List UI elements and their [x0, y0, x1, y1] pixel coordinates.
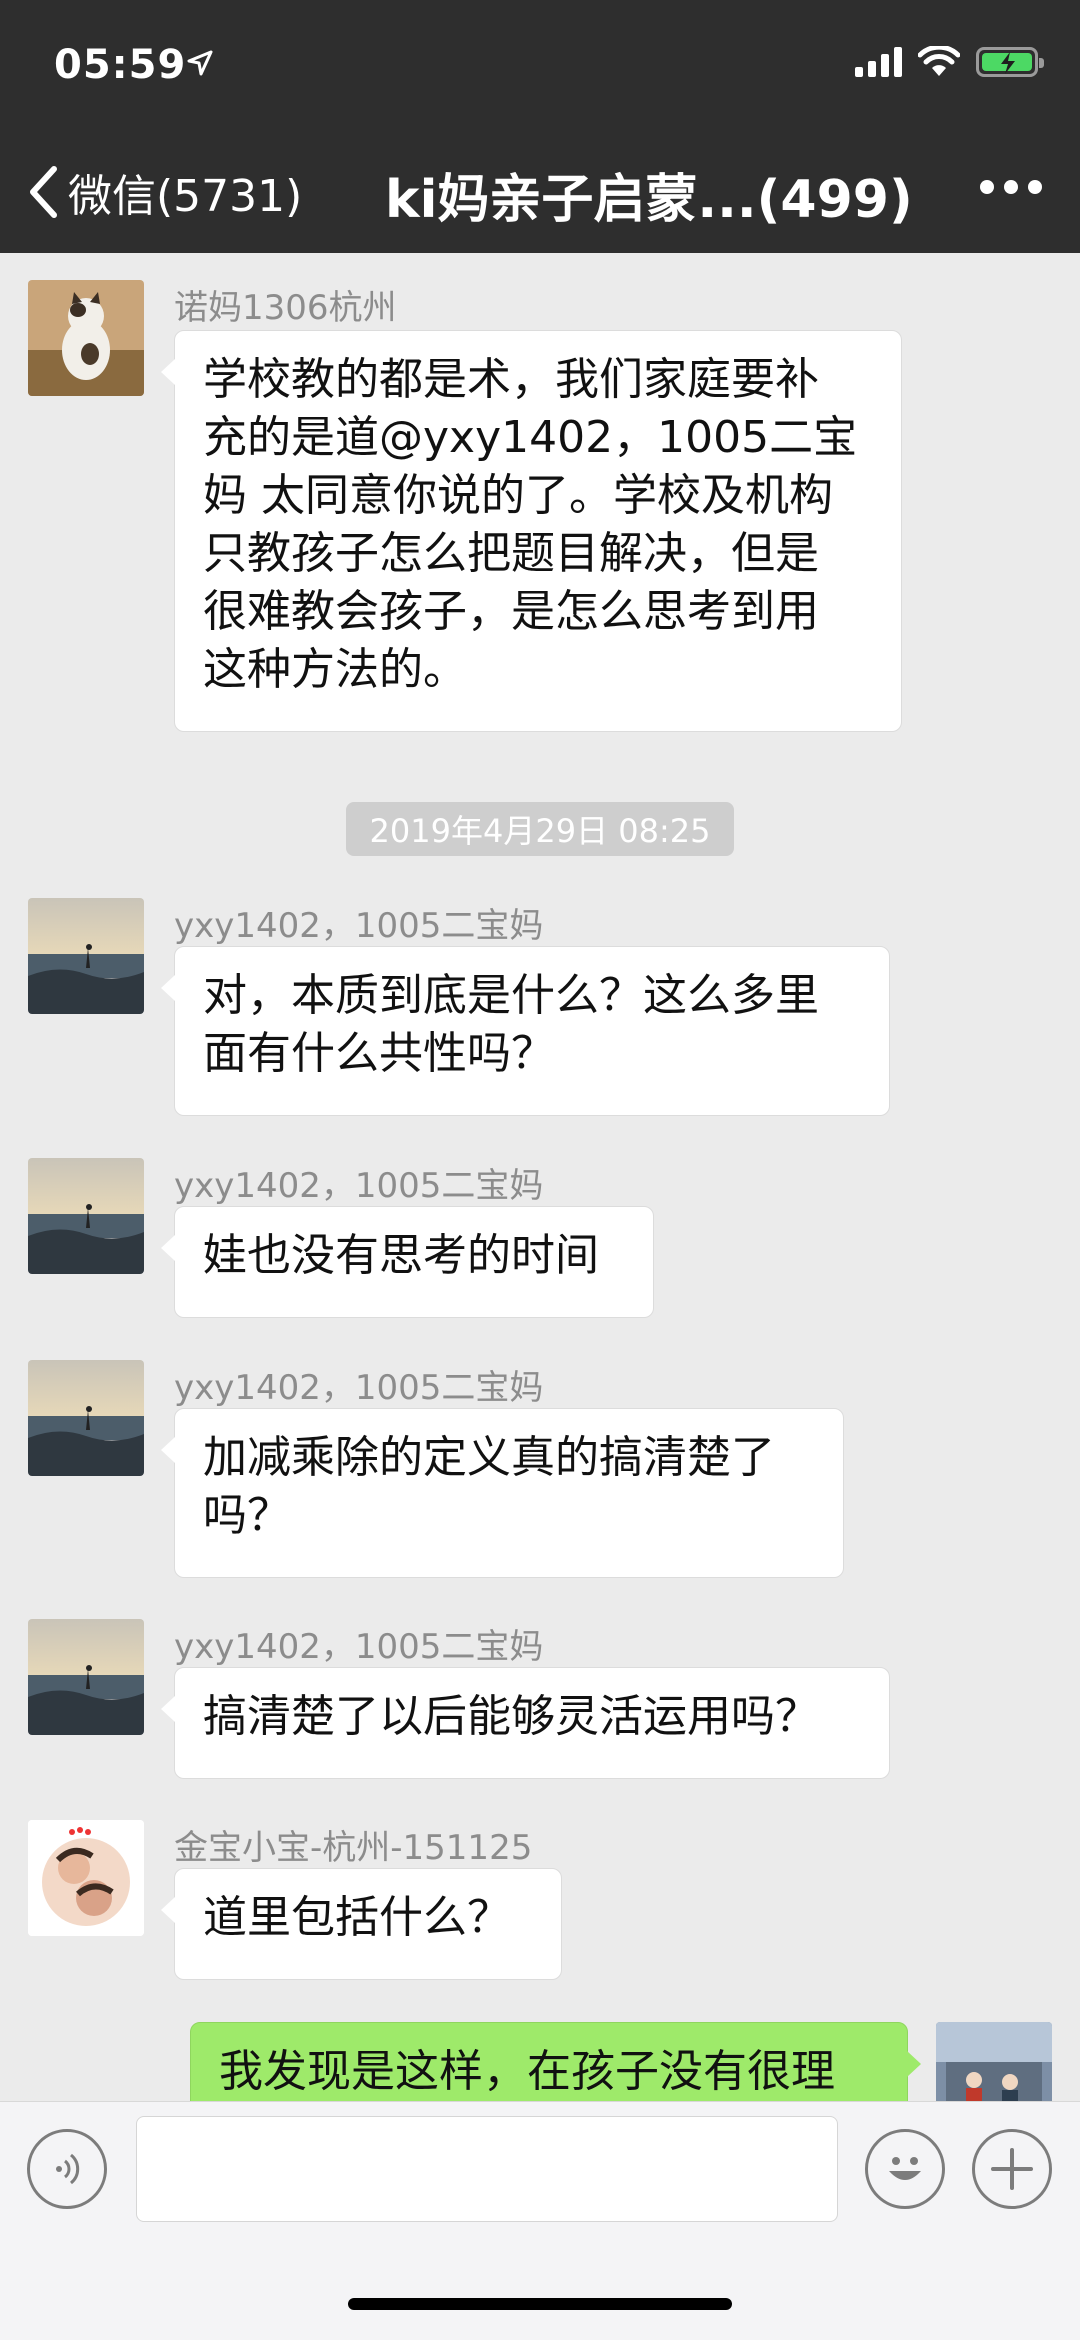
message-line: 我发现是这样，在孩子没有很理 — [219, 2046, 835, 2097]
more-dot — [1028, 180, 1042, 194]
plus-button[interactable] — [972, 2129, 1052, 2209]
sender-name: yxy1402，1005二宝妈 — [174, 1368, 544, 1408]
message-line: 充的是道@yxy1402，1005二宝 — [203, 412, 858, 463]
message-line: 对，本质到底是什么？这么多里 — [203, 970, 819, 1021]
message-bubble[interactable]: 学校教的都是术，我们家庭要补 充的是道@yxy1402，1005二宝 妈 太同意… — [161, 330, 902, 732]
status-icons — [855, 46, 1044, 78]
message-line: 加减乘除的定义真的搞清楚了 — [203, 1432, 775, 1483]
status-time: 05:59 — [54, 42, 187, 88]
voice-icon — [56, 2153, 80, 2185]
message-bubble[interactable]: 加减乘除的定义真的搞清楚了 吗？ — [161, 1408, 844, 1578]
message-line: 面有什么共性吗？ — [203, 1028, 555, 1079]
sender-name: 诺妈1306杭州 — [174, 288, 397, 328]
sender-name: yxy1402，1005二宝妈 — [174, 1627, 544, 1667]
message-line: 很难教会孩子，是怎么思考到用 — [203, 586, 819, 637]
avatar[interactable] — [28, 1619, 144, 1735]
avatar[interactable] — [28, 1360, 144, 1476]
battery-icon — [976, 47, 1044, 77]
timestamp-badge: 2019年4月29日 08:25 — [346, 802, 734, 856]
message-line: 妈 太同意你说的了。学校及机构 — [203, 470, 833, 521]
voice-button[interactable] — [27, 2129, 107, 2209]
more-button[interactable] — [980, 180, 1042, 194]
avatar[interactable] — [28, 1820, 144, 1936]
message-input[interactable] — [136, 2116, 838, 2222]
wifi-icon — [918, 46, 960, 76]
more-dot — [1004, 180, 1018, 194]
emoji-button[interactable] — [865, 2129, 945, 2209]
avatar[interactable] — [28, 1158, 144, 1274]
back-button[interactable]: 微信(5731) — [28, 160, 302, 224]
message-line: 学校教的都是术，我们家庭要补 — [203, 354, 819, 405]
message-bubble[interactable]: 对，本质到底是什么？这么多里 面有什么共性吗？ — [161, 946, 890, 1116]
message-line: 娃也没有思考的时间 — [203, 1230, 599, 1281]
home-indicator — [348, 2298, 732, 2310]
emoji-icon — [889, 2157, 921, 2180]
chevron-left-icon — [30, 166, 57, 218]
message-line: 这种方法的。 — [203, 644, 467, 695]
message-line: 只教孩子怎么把题目解决，但是 — [203, 528, 819, 579]
more-dot — [980, 180, 994, 194]
location-arrow-icon — [187, 50, 213, 76]
message-bubble[interactable]: 道里包括什么？ — [161, 1868, 562, 1980]
sender-name: yxy1402，1005二宝妈 — [174, 906, 544, 946]
sender-name: 金宝小宝-杭州-151125 — [174, 1828, 533, 1868]
message-line: 搞清楚了以后能够灵活运用吗？ — [203, 1691, 819, 1742]
signal-icon — [855, 47, 902, 77]
message-bubble[interactable]: 搞清楚了以后能够灵活运用吗？ — [161, 1667, 890, 1779]
avatar[interactable] — [28, 280, 144, 396]
sender-name: yxy1402，1005二宝妈 — [174, 1166, 544, 1206]
back-label: 微信(5731) — [68, 171, 303, 222]
chat-title: ki妈亲子启蒙...(499) — [385, 170, 913, 230]
message-line: 吗？ — [203, 1490, 291, 1541]
header: 05:59 微信(5731) ki妈亲子启蒙...(499) — [0, 0, 1080, 253]
avatar[interactable] — [28, 898, 144, 1014]
message-line: 道里包括什么？ — [203, 1892, 511, 1943]
plus-icon — [991, 2148, 1033, 2190]
message-bubble[interactable]: 娃也没有思考的时间 — [161, 1206, 654, 1318]
